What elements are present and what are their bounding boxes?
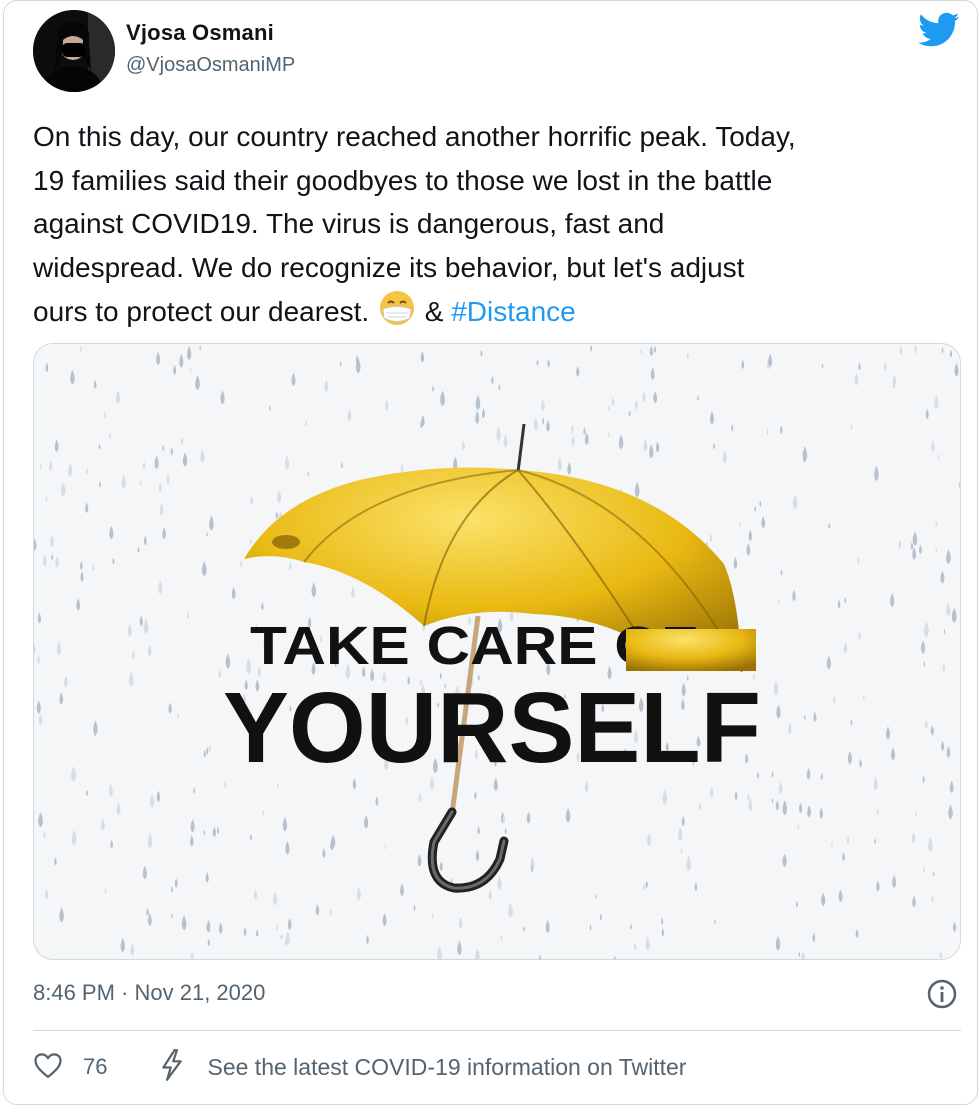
tweet-text-line: ours to protect our dearest. <box>33 296 370 327</box>
author-display-name[interactable]: Vjosa Osmani <box>126 20 274 46</box>
like-count: 76 <box>83 1054 108 1079</box>
tweet-text: On this day, our country reached another… <box>33 115 953 334</box>
tweet-actions: 76 See the latest COVID-19 information o… <box>33 1044 686 1090</box>
tweet-image[interactable]: TAKE CARE OF YOURSELF <box>33 343 961 960</box>
author-handle[interactable]: @VjosaOsmaniMP <box>126 54 295 77</box>
face-with-medical-mask-icon <box>377 289 417 327</box>
covid-info-link-label: See the latest COVID-19 information on T… <box>207 1053 687 1080</box>
divider <box>33 1030 961 1031</box>
covid-info-link[interactable]: See the latest COVID-19 information on T… <box>159 1048 687 1086</box>
tweet-text-last-line: ours to protect our dearest. & #Distance <box>33 289 953 334</box>
tweet-text-line: widespread. We do recognize its behavior… <box>33 251 745 283</box>
hashtag-link[interactable]: #Distance <box>451 296 576 327</box>
tweet-text-line: 19 families said their goodbyes to those… <box>33 164 773 196</box>
tweet-text-joiner: & <box>424 296 444 327</box>
info-circle-icon[interactable] <box>926 978 958 1010</box>
tweet-text-line: against COVID19. The virus is dangerous,… <box>33 208 665 239</box>
heart-icon <box>33 1051 63 1084</box>
image-headline-line2: YOURSELF <box>223 672 761 784</box>
tweet-timestamp[interactable]: 8:46 PM · Nov 21, 2020 <box>33 980 265 1006</box>
avatar[interactable] <box>33 10 115 92</box>
twitter-bird-icon[interactable] <box>918 12 960 48</box>
umbrella-overlap <box>626 629 756 671</box>
tweet-text-line: On this day, our country reached another… <box>33 121 796 152</box>
lightning-bolt-icon <box>159 1048 185 1086</box>
like-button[interactable]: 76 <box>33 1051 107 1084</box>
